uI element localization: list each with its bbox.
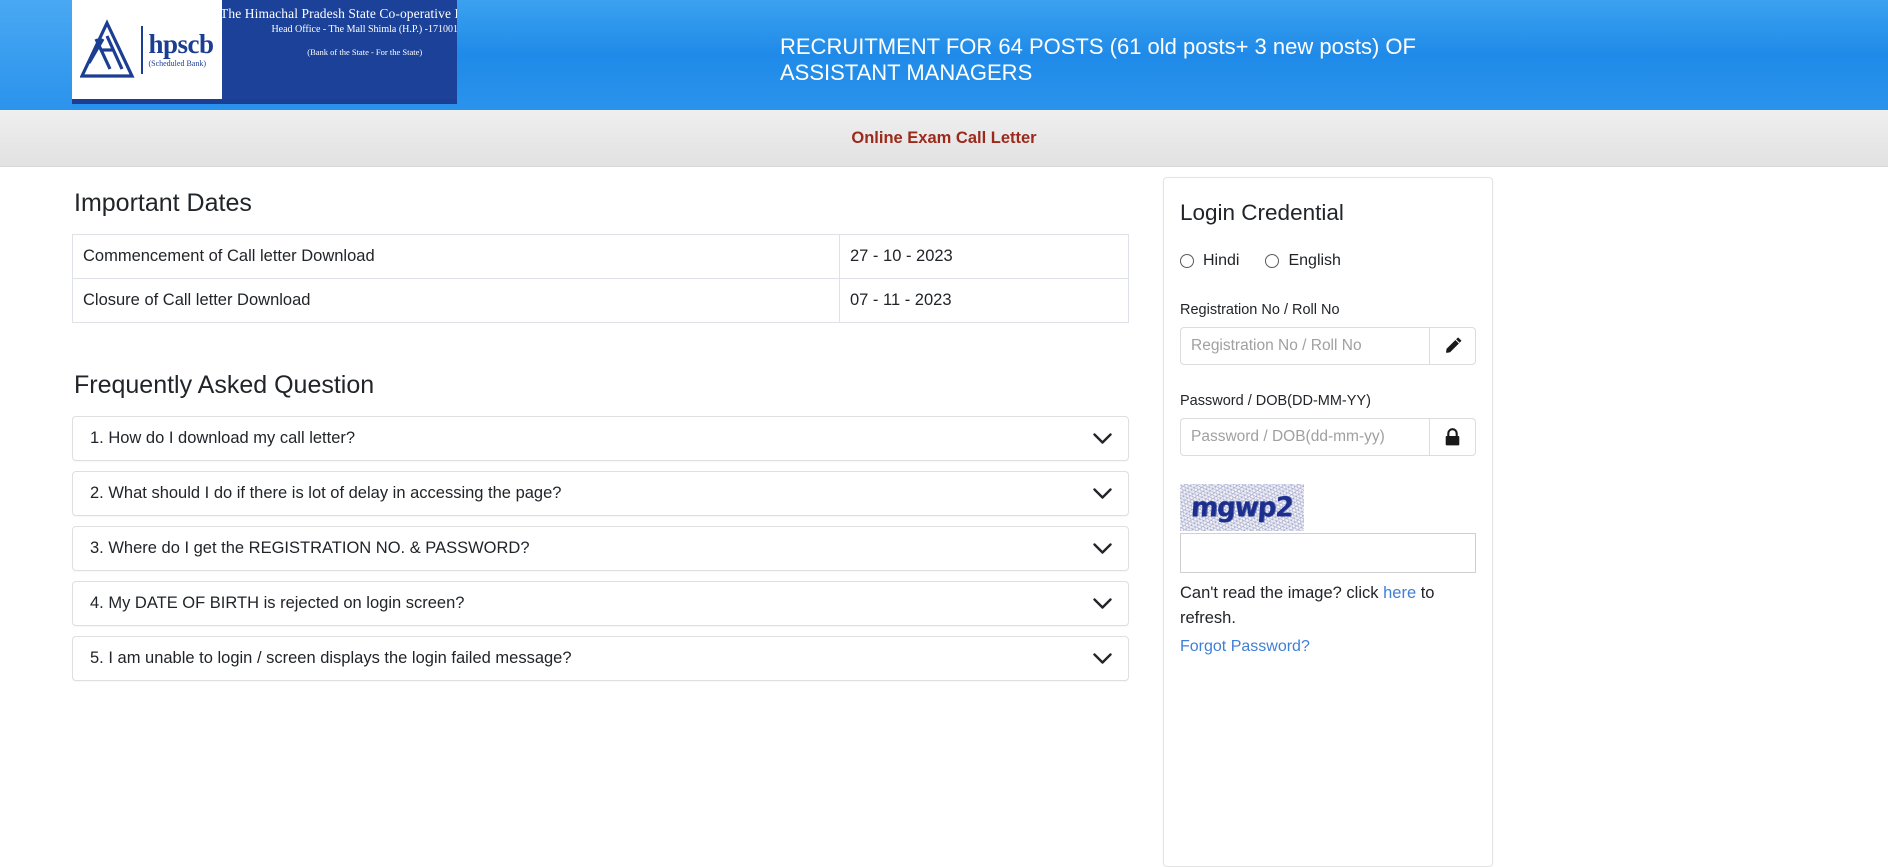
date-label: Closure of Call letter Download (72, 278, 840, 323)
date-value: 27 - 10 - 2023 (839, 234, 1129, 279)
faq-question-label: 5. I am unable to login / screen display… (90, 649, 572, 667)
password-input[interactable] (1180, 418, 1429, 456)
hpscb-triangle-logo-icon (80, 18, 136, 81)
logo-brand-sub: (Scheduled Bank) (148, 59, 207, 68)
forgot-password-link[interactable]: Forgot Password? (1180, 638, 1310, 656)
radio-label-english: English (1288, 252, 1341, 269)
password-input-group (1180, 418, 1476, 456)
logo-wordmark: hpscb (Scheduled Bank) (148, 29, 214, 68)
bank-logo-box: hpscb (Scheduled Bank) The Himachal Prad… (72, 0, 457, 104)
faq-question-label: 2. What should I do if there is lot of d… (90, 484, 562, 502)
faq-item-3[interactable]: 3. Where do I get the REGISTRATION NO. &… (72, 526, 1129, 571)
language-radio-group: Hindi English (1180, 252, 1476, 270)
login-credential-card: Login Credential Hindi English Registrat… (1163, 177, 1493, 867)
login-card-title: Login Credential (1180, 200, 1344, 225)
radio-circle-icon[interactable] (1180, 254, 1194, 268)
left-column: Important Dates Commencement of Call let… (0, 167, 1129, 861)
recruitment-title: RECRUITMENT FOR 64 POSTS (61 old posts+ … (780, 34, 1416, 85)
important-dates-table: Commencement of Call letter Download 27 … (72, 234, 1129, 323)
faq-item-4[interactable]: 4. My DATE OF BIRTH is rejected on login… (72, 581, 1129, 626)
faq-item-1[interactable]: 1. How do I download my call letter? (72, 416, 1129, 461)
bank-tagline: (Bank of the State - For the State) (307, 47, 423, 57)
faq-question-label: 3. Where do I get the REGISTRATION NO. &… (90, 539, 530, 557)
faq-question-label: 1. How do I download my call letter? (90, 429, 356, 447)
main-content: Important Dates Commencement of Call let… (0, 167, 1888, 867)
captcha-refresh-text: Can't read the image? click here to refr… (1180, 581, 1450, 631)
password-field-label: Password / DOB(DD-MM-YY) (1180, 393, 1371, 409)
radio-label-hindi: Hindi (1203, 252, 1240, 269)
registration-input-group (1180, 327, 1476, 365)
radio-circle-icon[interactable] (1265, 254, 1280, 268)
radio-option-hindi[interactable]: Hindi (1180, 252, 1239, 270)
important-dates-heading: Important Dates (74, 189, 252, 217)
lock-icon[interactable] (1429, 418, 1476, 456)
faq-item-5[interactable]: 5. I am unable to login / screen display… (72, 636, 1129, 681)
pencil-icon[interactable] (1429, 327, 1476, 365)
subheader-bar: Online Exam Call Letter (0, 110, 1888, 167)
captcha-image-text: mgwp2 (1190, 491, 1294, 524)
captcha-refresh-prefix: Can't read the image? click (1180, 584, 1384, 602)
date-label: Commencement of Call letter Download (72, 234, 840, 279)
page-title: Online Exam Call Letter (851, 128, 1037, 147)
captcha-input[interactable] (1180, 533, 1476, 573)
faq-list: 1. How do I download my call letter? 2. … (72, 416, 1129, 681)
right-column: Login Credential Hindi English Registrat… (1105, 167, 1888, 867)
logo-brand-short: hpscb (148, 29, 214, 59)
radio-option-english[interactable]: English (1265, 252, 1341, 270)
faq-heading: Frequently Asked Question (74, 371, 375, 399)
registration-input[interactable] (1180, 327, 1429, 365)
date-value: 07 - 11 - 2023 (839, 278, 1129, 323)
logo-divider (141, 25, 144, 74)
page-header: hpscb (Scheduled Bank) The Himachal Prad… (0, 0, 1888, 110)
registration-field-label: Registration No / Roll No (1180, 302, 1340, 318)
bank-head-office: Head Office - The Mall Shimla (H.P.) -17… (271, 24, 457, 35)
bank-full-name: The Himachal Pradesh State Co-operative … (220, 6, 457, 21)
faq-item-2[interactable]: 2. What should I do if there is lot of d… (72, 471, 1129, 516)
captcha-image: mgwp2 (1180, 484, 1304, 531)
header-left-gradient (0, 0, 72, 110)
table-row: Commencement of Call letter Download 27 … (72, 234, 1129, 279)
faq-question-label: 4. My DATE OF BIRTH is rejected on login… (90, 594, 465, 612)
bank-name-panel: The Himachal Pradesh State Co-operative … (188, 0, 457, 99)
table-row: Closure of Call letter Download 07 - 11 … (72, 278, 1129, 323)
captcha-refresh-link[interactable]: here (1383, 584, 1416, 602)
bank-logo-mark-area: hpscb (Scheduled Bank) (72, 0, 222, 99)
